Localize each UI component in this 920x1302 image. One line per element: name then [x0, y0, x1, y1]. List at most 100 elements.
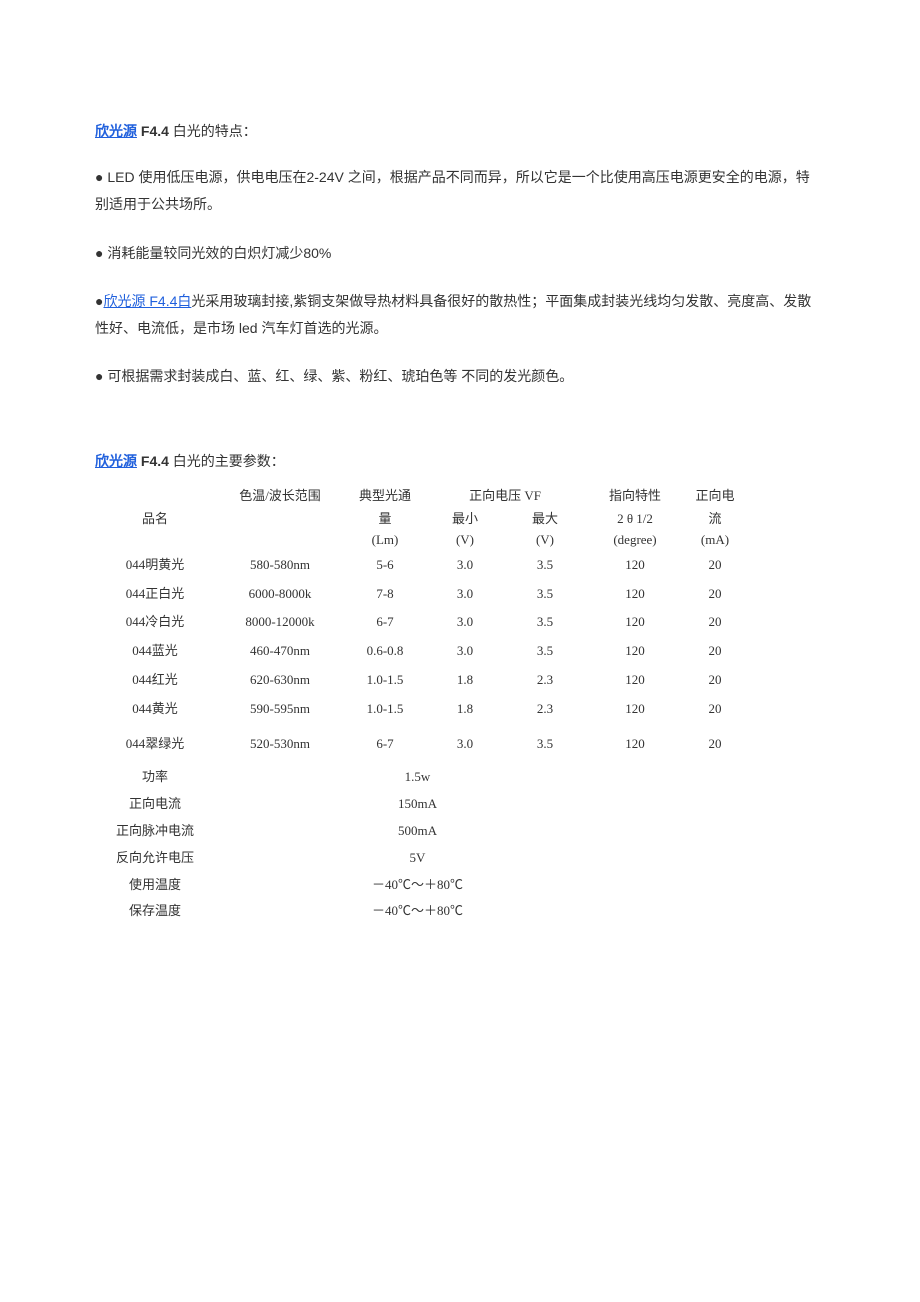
cell-deg: 120 — [585, 612, 685, 633]
brand-link-inline[interactable]: 欣光源 F4.4白 — [103, 293, 191, 309]
cell-lm: 1.0-1.5 — [345, 699, 425, 720]
cell-vmax: 3.5 — [505, 641, 585, 662]
th-deg-1: 指向特性 — [585, 486, 685, 507]
table-row: 044明黄光580-580nm5-63.03.512020 — [95, 551, 820, 580]
spec-value: 1.5w — [215, 767, 820, 788]
feature-bullet-3: ●欣光源 F4.4白光采用玻璃封接,紫铜支架做导热材料具备很好的散热性；平面集成… — [95, 288, 820, 341]
cell-name: 044黄光 — [95, 699, 215, 720]
cell-ma: 20 — [685, 699, 745, 720]
cell-range: 8000-12000k — [215, 612, 345, 633]
th-vmax: 最大 — [505, 509, 585, 530]
th-ma-1: 正向电 — [685, 486, 745, 507]
table-row: 044冷白光8000-12000k6-73.03.512020 — [95, 608, 820, 637]
cell-range: 520-530nm — [215, 734, 345, 755]
th-name: 品名 — [95, 509, 215, 530]
spec-label: 保存温度 — [95, 901, 215, 922]
cell-ma: 20 — [685, 641, 745, 662]
spec-value: －40℃～＋80℃ — [215, 875, 820, 896]
cell-range: 460-470nm — [215, 641, 345, 662]
cell-deg: 120 — [585, 584, 685, 605]
spec-label: 正向电流 — [95, 794, 215, 815]
features-title: 欣光源 F4.4 白光的特点： — [95, 120, 820, 142]
bullet-after: 光采用玻璃封接,紫铜支架做导热材料具备很好的散热性；平面集成封装光线均匀发散、亮… — [95, 293, 811, 336]
th-vf: 正向电压 VF — [425, 486, 585, 507]
spec-value: 500mA — [215, 821, 820, 842]
cell-lm: 0.6-0.8 — [345, 641, 425, 662]
cell-lm: 1.0-1.5 — [345, 670, 425, 691]
th-vmax-unit: (V) — [505, 530, 585, 551]
cell-deg: 120 — [585, 699, 685, 720]
cell-deg: 120 — [585, 670, 685, 691]
th-deg-3: (degree) — [585, 530, 685, 551]
cell-name: 044正白光 — [95, 584, 215, 605]
cell-name: 044明黄光 — [95, 555, 215, 576]
params-title: 欣光源 F4.4 白光的主要参数： — [95, 450, 820, 472]
table-header: 品名 色温/波长范围 典型光通 量 (Lm) 正向电压 VF 最小 (V) — [95, 486, 820, 550]
brand-link-1[interactable]: 欣光源 — [95, 123, 137, 139]
cell-range: 580-580nm — [215, 555, 345, 576]
spec-row: 正向电流150mA — [95, 791, 820, 818]
spec-value: 150mA — [215, 794, 820, 815]
spec-label: 功率 — [95, 767, 215, 788]
spec-label: 正向脉冲电流 — [95, 821, 215, 842]
table-row: 044蓝光460-470nm0.6-0.83.03.512020 — [95, 637, 820, 666]
spec-row: 使用温度－40℃～＋80℃ — [95, 872, 820, 899]
cell-vmin: 1.8 — [425, 699, 505, 720]
table-row: 044红光620-630nm1.0-1.51.82.312020 — [95, 666, 820, 695]
cell-name: 044红光 — [95, 670, 215, 691]
th-range: 色温/波长范围 — [215, 486, 345, 507]
feature-bullet-1: ● LED 使用低压电源，供电电压在2-24V 之间，根据产品不同而异，所以它是… — [95, 164, 820, 217]
table-row: 044正白光6000-8000k7-83.03.512020 — [95, 580, 820, 609]
cell-ma: 20 — [685, 670, 745, 691]
cell-range: 590-595nm — [215, 699, 345, 720]
th-deg-2: 2 θ 1/2 — [585, 509, 685, 530]
spec-row: 正向脉冲电流500mA — [95, 818, 820, 845]
cell-lm: 7-8 — [345, 584, 425, 605]
table-row: 044黄光590-595nm1.0-1.51.82.312020 — [95, 695, 820, 724]
spec-value: －40℃～＋80℃ — [215, 901, 820, 922]
spec-value: 5V — [215, 848, 820, 869]
cell-vmax: 2.3 — [505, 699, 585, 720]
brand-link-2[interactable]: 欣光源 — [95, 453, 137, 469]
model-1: F4.4 — [137, 123, 173, 139]
th-lm-1: 典型光通 — [345, 486, 425, 507]
cell-vmin: 3.0 — [425, 584, 505, 605]
cell-vmin: 1.8 — [425, 670, 505, 691]
cell-ma: 20 — [685, 612, 745, 633]
th-ma-3: (mA) — [685, 530, 745, 551]
th-vmin: 最小 — [425, 509, 505, 530]
model-2: F4.4 — [137, 453, 173, 469]
cell-ma: 20 — [685, 555, 745, 576]
cell-deg: 120 — [585, 641, 685, 662]
feature-bullet-2: ● 消耗能量较同光效的白炽灯减少80% — [95, 240, 820, 267]
cell-vmax: 3.5 — [505, 612, 585, 633]
th-ma-2: 流 — [685, 509, 745, 530]
spec-row: 反向允许电压5V — [95, 845, 820, 872]
spec-row: 保存温度－40℃～＋80℃ — [95, 898, 820, 925]
params-table: 品名 色温/波长范围 典型光通 量 (Lm) 正向电压 VF 最小 (V) — [95, 486, 820, 925]
spec-label: 使用温度 — [95, 875, 215, 896]
th-vmin-unit: (V) — [425, 530, 505, 551]
cell-vmin: 3.0 — [425, 612, 505, 633]
cell-lm: 5-6 — [345, 555, 425, 576]
spec-row: 功率1.5w — [95, 764, 820, 791]
cell-range: 6000-8000k — [215, 584, 345, 605]
cell-ma: 20 — [685, 734, 745, 755]
cell-vmin: 3.0 — [425, 555, 505, 576]
cell-vmax: 2.3 — [505, 670, 585, 691]
th-lm-2: 量 — [345, 509, 425, 530]
cell-ma: 20 — [685, 584, 745, 605]
cell-lm: 6-7 — [345, 734, 425, 755]
cell-vmax: 3.5 — [505, 555, 585, 576]
cell-vmax: 3.5 — [505, 734, 585, 755]
title-tail-2: 白光的主要参数： — [173, 453, 285, 469]
cell-name: 044蓝光 — [95, 641, 215, 662]
cell-deg: 120 — [585, 734, 685, 755]
th-lm-3: (Lm) — [345, 530, 425, 551]
cell-range: 620-630nm — [215, 670, 345, 691]
cell-name: 044翠绿光 — [95, 734, 215, 755]
cell-vmin: 3.0 — [425, 734, 505, 755]
cell-name: 044冷白光 — [95, 612, 215, 633]
table-row: 044翠绿光520-530nm6-73.03.512020 — [95, 724, 820, 759]
spec-label: 反向允许电压 — [95, 848, 215, 869]
